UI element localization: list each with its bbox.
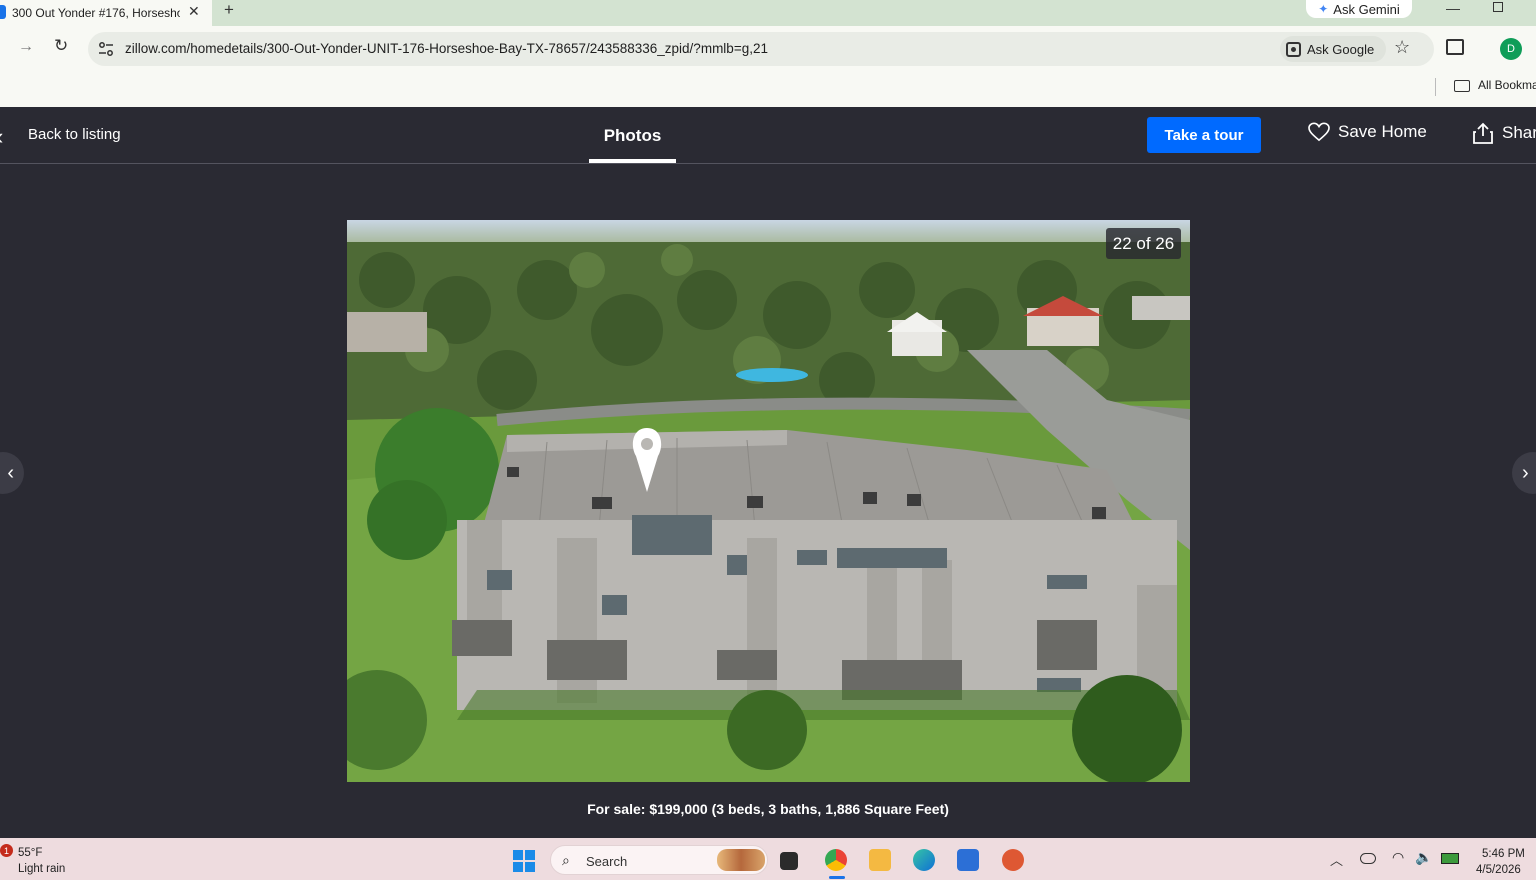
listing-photo — [347, 220, 1190, 782]
ask-google-button[interactable]: Ask Google — [1280, 36, 1386, 62]
ask-gemini-button[interactable]: ✦ Ask Gemini — [1306, 0, 1412, 18]
folder-icon — [1454, 80, 1470, 92]
search-highlight-image — [717, 849, 765, 871]
tab-title: 300 Out Yonder #176, Horseshoe — [12, 6, 180, 20]
tab-close-icon[interactable]: ✕ — [188, 3, 200, 20]
next-photo-button[interactable]: › — [1512, 452, 1536, 494]
save-home-button[interactable]: Save Home — [1308, 122, 1427, 142]
aerial-photo-illustration — [347, 220, 1190, 782]
edge-icon[interactable] — [913, 849, 935, 871]
onedrive-icon[interactable] — [1360, 853, 1376, 864]
profile-avatar[interactable]: D — [1500, 38, 1522, 60]
photo-viewer-header: ‹ Back to listing Photos Take a tour Sav… — [0, 107, 1536, 164]
photo-counter: 22 of 26 — [1106, 228, 1181, 259]
bookmark-star-icon[interactable]: ☆ — [1394, 37, 1410, 58]
microsoft-store-icon[interactable] — [957, 849, 979, 871]
new-tab-button[interactable]: + — [224, 0, 234, 20]
file-explorer-icon[interactable] — [869, 849, 891, 871]
chrome-icon[interactable] — [825, 849, 847, 871]
previous-photo-button[interactable]: ‹ — [0, 452, 24, 494]
active-tab-indicator — [589, 159, 676, 163]
tab-photos[interactable]: Photos — [589, 107, 676, 164]
site-info-icon[interactable] — [98, 41, 114, 57]
address-bar[interactable]: zillow.com/homedetails/300-Out-Yonder-UN… — [88, 32, 1434, 66]
volume-icon[interactable]: 🔈 — [1415, 849, 1432, 866]
share-button[interactable]: Share — [1472, 122, 1536, 144]
battery-icon[interactable] — [1441, 853, 1459, 864]
browser-tab-strip: 300 Out Yonder #176, Horseshoe ✕ + ✦ Ask… — [0, 0, 1536, 26]
windows-start-icon[interactable] — [513, 850, 535, 872]
weather-description[interactable]: Light rain — [18, 863, 65, 875]
ask-gemini-label: Ask Gemini — [1333, 1, 1400, 17]
zillow-favicon-icon — [0, 5, 6, 19]
forward-arrow-icon[interactable]: → — [18, 38, 34, 56]
wifi-icon[interactable]: ◠ — [1392, 849, 1404, 866]
gemini-sparkle-icon: ✦ — [1318, 2, 1329, 16]
search-icon: ⌕ — [562, 852, 570, 868]
url-text[interactable]: zillow.com/homedetails/300-Out-Yonder-UN… — [125, 41, 768, 56]
share-label: Share — [1502, 123, 1536, 142]
window-minimize-icon[interactable]: — — [1446, 0, 1460, 16]
photo-caption: For sale: $199,000 (3 beds, 3 baths, 1,8… — [587, 801, 949, 817]
ask-google-label: Ask Google — [1307, 41, 1375, 57]
save-home-label: Save Home — [1338, 122, 1427, 141]
heart-icon — [1308, 122, 1330, 142]
take-a-tour-button[interactable]: Take a tour — [1147, 117, 1261, 153]
browser-tab[interactable]: 300 Out Yonder #176, Horseshoe ✕ — [0, 0, 212, 26]
bookmarks-divider — [1435, 78, 1436, 96]
bookmarks-bar: All Bookmarks — [0, 72, 1536, 107]
taskbar-search[interactable]: ⌕ Search — [550, 845, 768, 875]
search-label: Search — [586, 854, 628, 869]
clock-time[interactable]: 5:46 PM — [1482, 848, 1525, 860]
back-to-listing-link[interactable]: Back to listing — [28, 126, 121, 143]
reload-icon[interactable]: ↻ — [54, 36, 68, 56]
search-tabs-icon[interactable] — [1446, 39, 1464, 55]
active-app-indicator — [829, 876, 845, 879]
window-restore-icon[interactable] — [1493, 2, 1503, 12]
all-bookmarks-link[interactable]: All Bookmarks — [1478, 78, 1536, 92]
share-icon — [1473, 122, 1493, 144]
windows-taskbar: 1 55°F Light rain ⌕ Search ︿ ◠ 🔈 5:46 PM… — [0, 838, 1536, 880]
task-view-icon[interactable] — [780, 852, 798, 870]
weather-notification-badge: 1 — [0, 844, 13, 857]
lens-icon — [1286, 41, 1301, 57]
clock-date[interactable]: 4/5/2026 — [1476, 864, 1521, 876]
duckduckgo-icon[interactable] — [1002, 849, 1024, 871]
browser-toolbar: → ↻ zillow.com/homedetails/300-Out-Yonde… — [0, 26, 1536, 72]
chevron-up-icon[interactable]: ︿ — [1330, 850, 1343, 869]
weather-temperature[interactable]: 55°F — [18, 847, 42, 859]
chevron-left-icon[interactable]: ‹ — [0, 124, 3, 150]
